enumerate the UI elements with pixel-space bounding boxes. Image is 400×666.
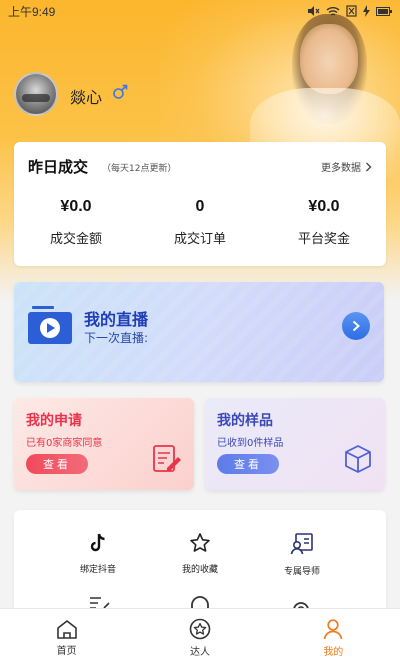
menu-item-favorites[interactable]: 我的收藏 (160, 532, 240, 575)
stat-label: 平台奖金 (297, 232, 350, 247)
header-photo-face (300, 24, 358, 94)
menu-item-label: 我的收藏 (181, 565, 218, 575)
menu-item-bind-douyin[interactable]: 绑定抖音 (58, 532, 138, 575)
home-icon (56, 619, 77, 639)
person-icon (323, 618, 343, 639)
avatar[interactable] (14, 72, 58, 116)
stat-value: ¥0.0 (308, 198, 340, 215)
stat-label: 成交金额 (49, 232, 102, 247)
tiktok-icon (90, 533, 105, 552)
male-icon (113, 84, 128, 99)
star-circle-icon (189, 618, 211, 639)
view-applications-button[interactable]: 查看 (26, 454, 88, 474)
battery-icon (376, 6, 392, 16)
stat-label: 成交订单 (173, 232, 226, 247)
my-applications-card[interactable]: 我的申请 已有0家商家同意 查看 (14, 398, 194, 490)
menu-item-mentor[interactable]: 专属导师 (262, 532, 342, 577)
wifi-icon (326, 6, 340, 16)
status-icons (306, 5, 392, 17)
edit-form-icon (153, 445, 181, 472)
live-video-icon (28, 306, 72, 344)
menu-item-label: 专属导师 (283, 567, 320, 577)
live-subtitle: 下一次直播: (84, 331, 149, 345)
status-time: 上午9:49 (8, 4, 56, 19)
more-data-link[interactable]: 更多数据 (321, 159, 372, 174)
charging-icon (363, 5, 370, 17)
yesterday-stats-card: 昨日成交 （每天12点更新） 更多数据 ¥0.0 成交金额 0 成交订单 ¥0.… (14, 142, 386, 266)
samples-title: 我的样品 (217, 413, 273, 429)
mute-icon (308, 6, 320, 16)
menu-item-label: 绑定抖音 (79, 565, 116, 575)
samples-subtitle: 已收到0件样品 (217, 438, 284, 449)
my-live-card[interactable]: 我的直播 下一次直播: (14, 282, 384, 382)
stat-turnover[interactable]: ¥0.0 成交金额 (14, 198, 138, 247)
more-data-label: 更多数据 (321, 163, 361, 174)
applications-subtitle: 已有0家商家同意 (26, 438, 103, 449)
tab-talent[interactable]: 达人 (133, 609, 266, 666)
box-icon (345, 445, 371, 473)
tab-label: 达人 (189, 646, 210, 658)
mentor-icon (290, 533, 313, 555)
stat-orders[interactable]: 0 成交订单 (138, 198, 262, 247)
tab-mine[interactable]: 我的 (267, 609, 400, 666)
stats-title: 昨日成交 (28, 158, 89, 176)
stat-value: ¥0.0 (60, 198, 92, 215)
live-title: 我的直播 (84, 310, 149, 329)
star-icon (190, 533, 210, 552)
my-samples-card[interactable]: 我的样品 已收到0件样品 查看 (205, 398, 385, 490)
tab-label: 首页 (56, 645, 77, 657)
view-samples-button[interactable]: 查看 (217, 454, 279, 474)
applications-title: 我的申请 (26, 413, 82, 429)
username: 燚心 (70, 88, 103, 107)
stats-row: ¥0.0 成交金额 0 成交订单 ¥0.0 平台奖金 (14, 198, 386, 247)
tab-home[interactable]: 首页 (0, 609, 133, 666)
stat-value: 0 (195, 198, 205, 215)
live-arrow-button[interactable] (342, 312, 370, 340)
tab-label: 我的 (323, 646, 344, 658)
sim-off-icon (346, 5, 357, 17)
chevron-right-icon (352, 320, 360, 332)
chevron-right-icon (366, 162, 372, 171)
bottom-tab-bar: 首页 达人 我的 (0, 608, 400, 666)
status-bar: 上午9:49 (0, 0, 400, 22)
stats-subtitle: （每天12点更新） (102, 164, 177, 174)
stat-bonus[interactable]: ¥0.0 平台奖金 (262, 198, 386, 247)
